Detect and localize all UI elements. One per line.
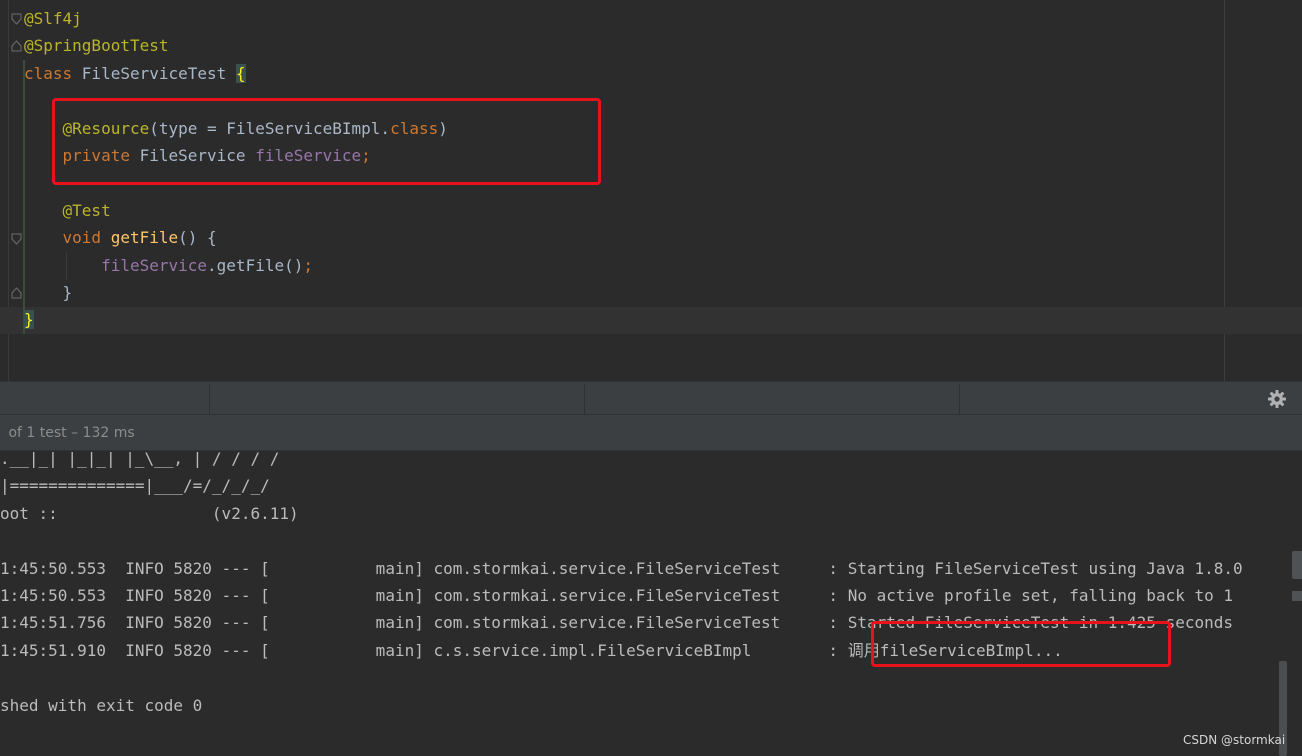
code-line[interactable]: @SpringBootTest xyxy=(24,32,169,59)
annotation-box-resource xyxy=(52,98,601,185)
code-line[interactable]: } xyxy=(24,279,73,306)
watermark: CSDN @stormkai xyxy=(1183,733,1286,747)
code-line[interactable]: fileService.getFile(); xyxy=(24,252,313,279)
code-line[interactable]: @Slf4j xyxy=(24,5,82,32)
header-divider xyxy=(959,384,960,414)
code-token: .getFile() xyxy=(207,255,304,275)
code-token: class xyxy=(24,63,82,83)
side-panel-tab[interactable] xyxy=(1292,551,1302,579)
code-token: FileServiceTest xyxy=(81,63,236,83)
console-scroll-track[interactable] xyxy=(1286,451,1302,756)
code-token: { xyxy=(235,63,246,83)
code-token: @Slf4j xyxy=(24,9,82,28)
fold-marker-icon[interactable] xyxy=(11,13,22,25)
side-panel-tab[interactable] xyxy=(1292,591,1302,601)
code-token: fileService xyxy=(101,255,208,275)
code-token: @Test xyxy=(62,200,111,220)
header-divider xyxy=(209,384,210,414)
console-line: oot :: (v2.6.11) xyxy=(0,503,299,523)
console-line: shed with exit code 0 xyxy=(0,695,203,715)
code-token: } xyxy=(24,310,34,330)
fold-marker-icon[interactable] xyxy=(11,287,22,299)
code-token: @SpringBootTest xyxy=(24,36,169,56)
code-token: getFile xyxy=(110,228,179,248)
test-status-bar: of 1 test – 132 ms xyxy=(0,415,1302,451)
fold-marker-icon[interactable] xyxy=(11,40,22,52)
code-token: () { xyxy=(178,228,217,248)
code-line[interactable]: @Test xyxy=(24,197,111,224)
header-divider xyxy=(584,384,585,414)
code-line[interactable]: } xyxy=(24,306,34,333)
code-token: void xyxy=(62,228,111,248)
console-line: 1:45:50.553 INFO 5820 --- [ main] com.st… xyxy=(0,558,1243,578)
console-line: .__|_| |_|_| |_\__, | / / / / xyxy=(0,451,280,468)
fold-marker-icon[interactable] xyxy=(11,233,22,245)
test-status-text: of 1 test – 132 ms xyxy=(4,425,135,441)
console-output[interactable]: .__|_| |_|_| |_\__, | / / / / |==========… xyxy=(0,451,1302,756)
code-token: ; xyxy=(303,255,313,275)
console-line: 1:45:50.553 INFO 5820 --- [ main] com.st… xyxy=(0,586,1233,605)
code-token: } xyxy=(24,283,73,302)
code-line[interactable]: void getFile() { xyxy=(24,224,217,251)
current-line-highlight xyxy=(0,307,1302,334)
console-line: |==============|___/=/_/_/_/ xyxy=(0,476,270,496)
annotation-box-output xyxy=(871,621,1171,667)
run-tool-window-header xyxy=(0,381,1302,415)
gear-icon[interactable] xyxy=(1267,389,1287,409)
code-editor[interactable]: @Slf4j @SpringBootTest class FileServiceTe… xyxy=(0,0,1302,381)
code-line[interactable]: class FileServiceTest { xyxy=(24,60,246,87)
